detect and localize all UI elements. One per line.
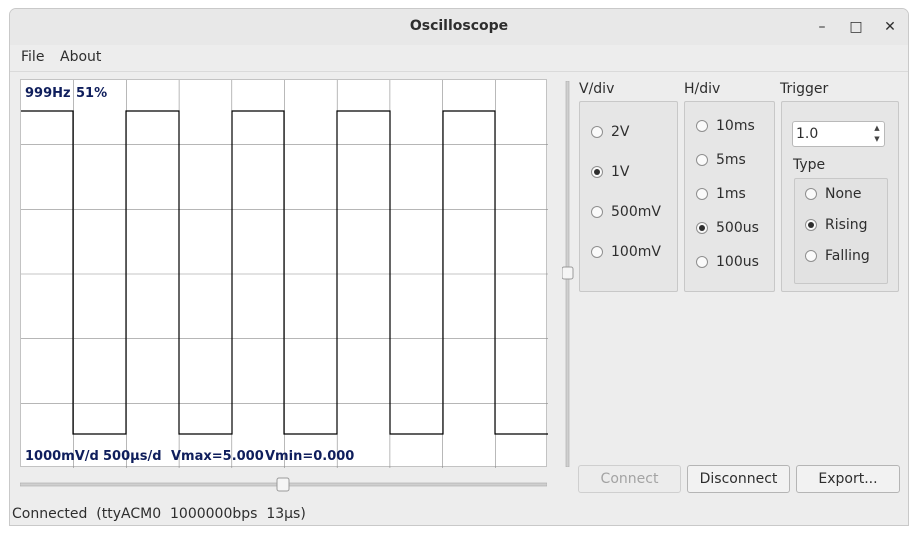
hdiv-radio-indicator-icon[interactable] bbox=[696, 188, 708, 200]
duty-cycle-readout: 51% bbox=[76, 86, 108, 101]
vdiv-radio-0[interactable]: 2V bbox=[591, 124, 629, 140]
vertical-slider-handle[interactable] bbox=[562, 266, 574, 280]
vdiv-radio-label: 500mV bbox=[611, 204, 661, 220]
vmax-readout: Vmax=5.000 bbox=[171, 449, 264, 464]
trigger-type-frame: None Rising Falling bbox=[794, 178, 888, 284]
hdiv-radio-1[interactable]: 5ms bbox=[696, 152, 746, 168]
scope-canvas bbox=[21, 80, 548, 468]
vdiv-radio-indicator-icon[interactable] bbox=[591, 246, 603, 258]
horizontal-offset-slider[interactable] bbox=[20, 473, 547, 497]
hdiv-radio-label: 10ms bbox=[716, 118, 755, 134]
vmin-readout: Vmin=0.000 bbox=[265, 449, 355, 464]
hdiv-radio-indicator-icon[interactable] bbox=[696, 120, 708, 132]
trigger-level-spinbox[interactable]: ▲ ▼ bbox=[792, 121, 885, 147]
trigger-type-radio-label: Rising bbox=[825, 217, 868, 233]
export-button[interactable]: Export... bbox=[796, 465, 900, 493]
vdiv-radio-label: 1V bbox=[611, 164, 630, 180]
hdiv-radio-label: 100us bbox=[716, 254, 759, 270]
hdiv-radio-label: 5ms bbox=[716, 152, 746, 168]
status-bar-text: Connected (ttyACM0 1000000bps 13µs) bbox=[12, 506, 306, 522]
minimize-icon[interactable]: – bbox=[812, 17, 832, 37]
trigger-type-radio-label: Falling bbox=[825, 248, 870, 264]
signal-trace bbox=[21, 110, 548, 435]
hdiv-radio-label: 500us bbox=[716, 220, 759, 236]
spin-arrows: ▲ ▼ bbox=[871, 123, 883, 145]
trigger-group-label: Trigger bbox=[780, 81, 829, 97]
hdiv-radio-2[interactable]: 1ms bbox=[696, 186, 746, 202]
trigger-type-radio-indicator-icon[interactable] bbox=[805, 250, 817, 262]
vdiv-group-frame: 2V 1V 500mV 100mV bbox=[579, 101, 678, 292]
trigger-type-radio-indicator-icon[interactable] bbox=[805, 188, 817, 200]
hdiv-radio-3[interactable]: 500us bbox=[696, 220, 759, 236]
spin-up-icon[interactable]: ▲ bbox=[871, 123, 883, 134]
trigger-type-radio-indicator-icon[interactable] bbox=[805, 219, 817, 231]
menu-about[interactable]: About bbox=[60, 49, 101, 65]
spin-down-icon[interactable]: ▼ bbox=[871, 134, 883, 145]
vdiv-radio-1[interactable]: 1V bbox=[591, 164, 629, 180]
trigger-type-radio-0[interactable]: None bbox=[805, 186, 862, 202]
horizontal-slider-handle[interactable] bbox=[276, 477, 290, 492]
trigger-type-radio-2[interactable]: Falling bbox=[805, 248, 870, 264]
hdiv-group-label: H/div bbox=[684, 81, 721, 97]
volts-per-div-readout: 1000mV/d bbox=[25, 449, 99, 464]
hdiv-radio-4[interactable]: 100us bbox=[696, 254, 759, 270]
hdiv-radio-0[interactable]: 10ms bbox=[696, 118, 755, 134]
vdiv-radio-indicator-icon[interactable] bbox=[591, 126, 603, 138]
hdiv-radio-indicator-icon[interactable] bbox=[696, 222, 708, 234]
vertical-offset-slider[interactable] bbox=[562, 81, 574, 467]
window-title: Oscilloscope bbox=[409, 18, 509, 34]
hdiv-radio-indicator-icon[interactable] bbox=[696, 154, 708, 166]
vdiv-radio-label: 100mV bbox=[611, 244, 661, 260]
menu-file[interactable]: File bbox=[21, 49, 44, 65]
menu-bar: File About bbox=[10, 45, 908, 72]
maximize-icon[interactable]: □ bbox=[846, 17, 866, 37]
oscilloscope-window: Oscilloscope – □ ✕ File About 999Hz 51% … bbox=[9, 8, 909, 526]
vdiv-group-label: V/div bbox=[579, 81, 615, 97]
title-bar: Oscilloscope – □ ✕ bbox=[10, 9, 908, 46]
connect-button[interactable]: Connect bbox=[578, 465, 681, 493]
frequency-readout: 999Hz bbox=[25, 86, 71, 101]
scope-display: 999Hz 51% 1000mV/d 500µs/d Vmax=5.000 Vm… bbox=[20, 79, 548, 468]
time-per-div-readout: 500µs/d bbox=[103, 449, 162, 464]
vdiv-radio-2[interactable]: 500mV bbox=[591, 204, 661, 220]
trigger-type-radio-label: None bbox=[825, 186, 862, 202]
trigger-level-input[interactable] bbox=[796, 125, 866, 143]
disconnect-button[interactable]: Disconnect bbox=[687, 465, 790, 493]
trigger-type-radio-1[interactable]: Rising bbox=[805, 217, 868, 233]
vdiv-radio-indicator-icon[interactable] bbox=[591, 166, 603, 178]
trigger-type-label: Type bbox=[793, 157, 826, 173]
vdiv-radio-indicator-icon[interactable] bbox=[591, 206, 603, 218]
vdiv-radio-label: 2V bbox=[611, 124, 630, 140]
hdiv-radio-indicator-icon[interactable] bbox=[696, 256, 708, 268]
hdiv-radio-label: 1ms bbox=[716, 186, 746, 202]
vdiv-radio-3[interactable]: 100mV bbox=[591, 244, 661, 260]
close-icon[interactable]: ✕ bbox=[880, 17, 900, 37]
hdiv-group-frame: 10ms 5ms 1ms 500us 100us bbox=[684, 101, 775, 292]
